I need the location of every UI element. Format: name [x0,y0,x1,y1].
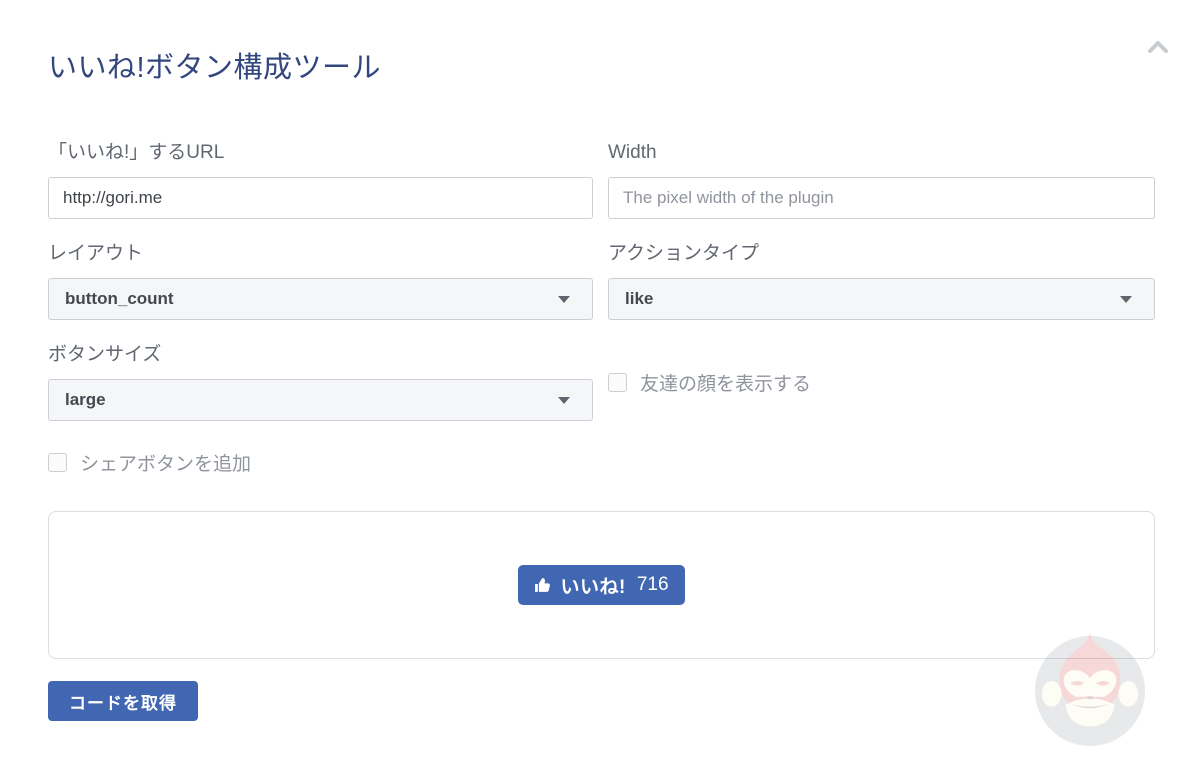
width-field-group: Width [608,142,1155,219]
layout-field-group: レイアウト button_count [48,243,593,320]
action-type-select-value: like [625,289,653,309]
width-input[interactable] [608,177,1155,219]
share-button-checkbox-label: シェアボタンを追加 [80,449,251,476]
show-faces-checkbox[interactable] [608,373,627,392]
share-button-checkbox-row[interactable]: シェアボタンを追加 [48,449,1155,476]
form-row-layout-action: レイアウト button_count アクションタイプ like [48,243,1155,320]
page-title: いいね!ボタン構成ツール [48,52,1155,85]
url-field-group: 「いいね!」するURL [48,142,593,219]
layout-select[interactable]: button_count [48,278,593,320]
caret-down-icon [558,296,570,303]
button-size-select-value: large [65,390,106,410]
get-code-button[interactable]: コードを取得 [48,681,198,721]
width-field-label: Width [608,142,1155,164]
layout-select-label: レイアウト [48,243,593,265]
thumbs-up-icon [534,577,551,594]
like-button-label: いいね! [560,572,625,599]
caret-down-icon [558,397,570,404]
action-type-field-group: アクションタイプ like [608,243,1155,320]
button-size-select-label: ボタンサイズ [48,344,593,366]
like-button-configurator-panel: いいね!ボタン構成ツール 「いいね!」するURL Width レイアウト but… [48,0,1155,721]
plugin-preview-box: いいね! 716 [48,511,1155,659]
share-button-checkbox[interactable] [48,453,67,472]
url-field-label: 「いいね!」するURL [48,142,593,164]
show-faces-checkbox-label: 友達の顔を表示する [640,369,811,396]
facebook-like-button-preview[interactable]: いいね! 716 [518,565,684,605]
button-size-field-group: ボタンサイズ large [48,344,593,421]
like-count: 716 [637,574,669,596]
form-row-url-width: 「いいね!」するURL Width [48,142,1155,219]
action-type-select[interactable]: like [608,278,1155,320]
show-faces-checkbox-row[interactable]: 友達の顔を表示する [608,369,1155,396]
layout-select-value: button_count [65,289,174,309]
form-row-size-faces: ボタンサイズ large 友達の顔を表示する [48,344,1155,421]
action-type-select-label: アクションタイプ [608,243,1155,265]
button-size-select[interactable]: large [48,379,593,421]
url-input[interactable] [48,177,593,219]
caret-down-icon [1120,296,1132,303]
